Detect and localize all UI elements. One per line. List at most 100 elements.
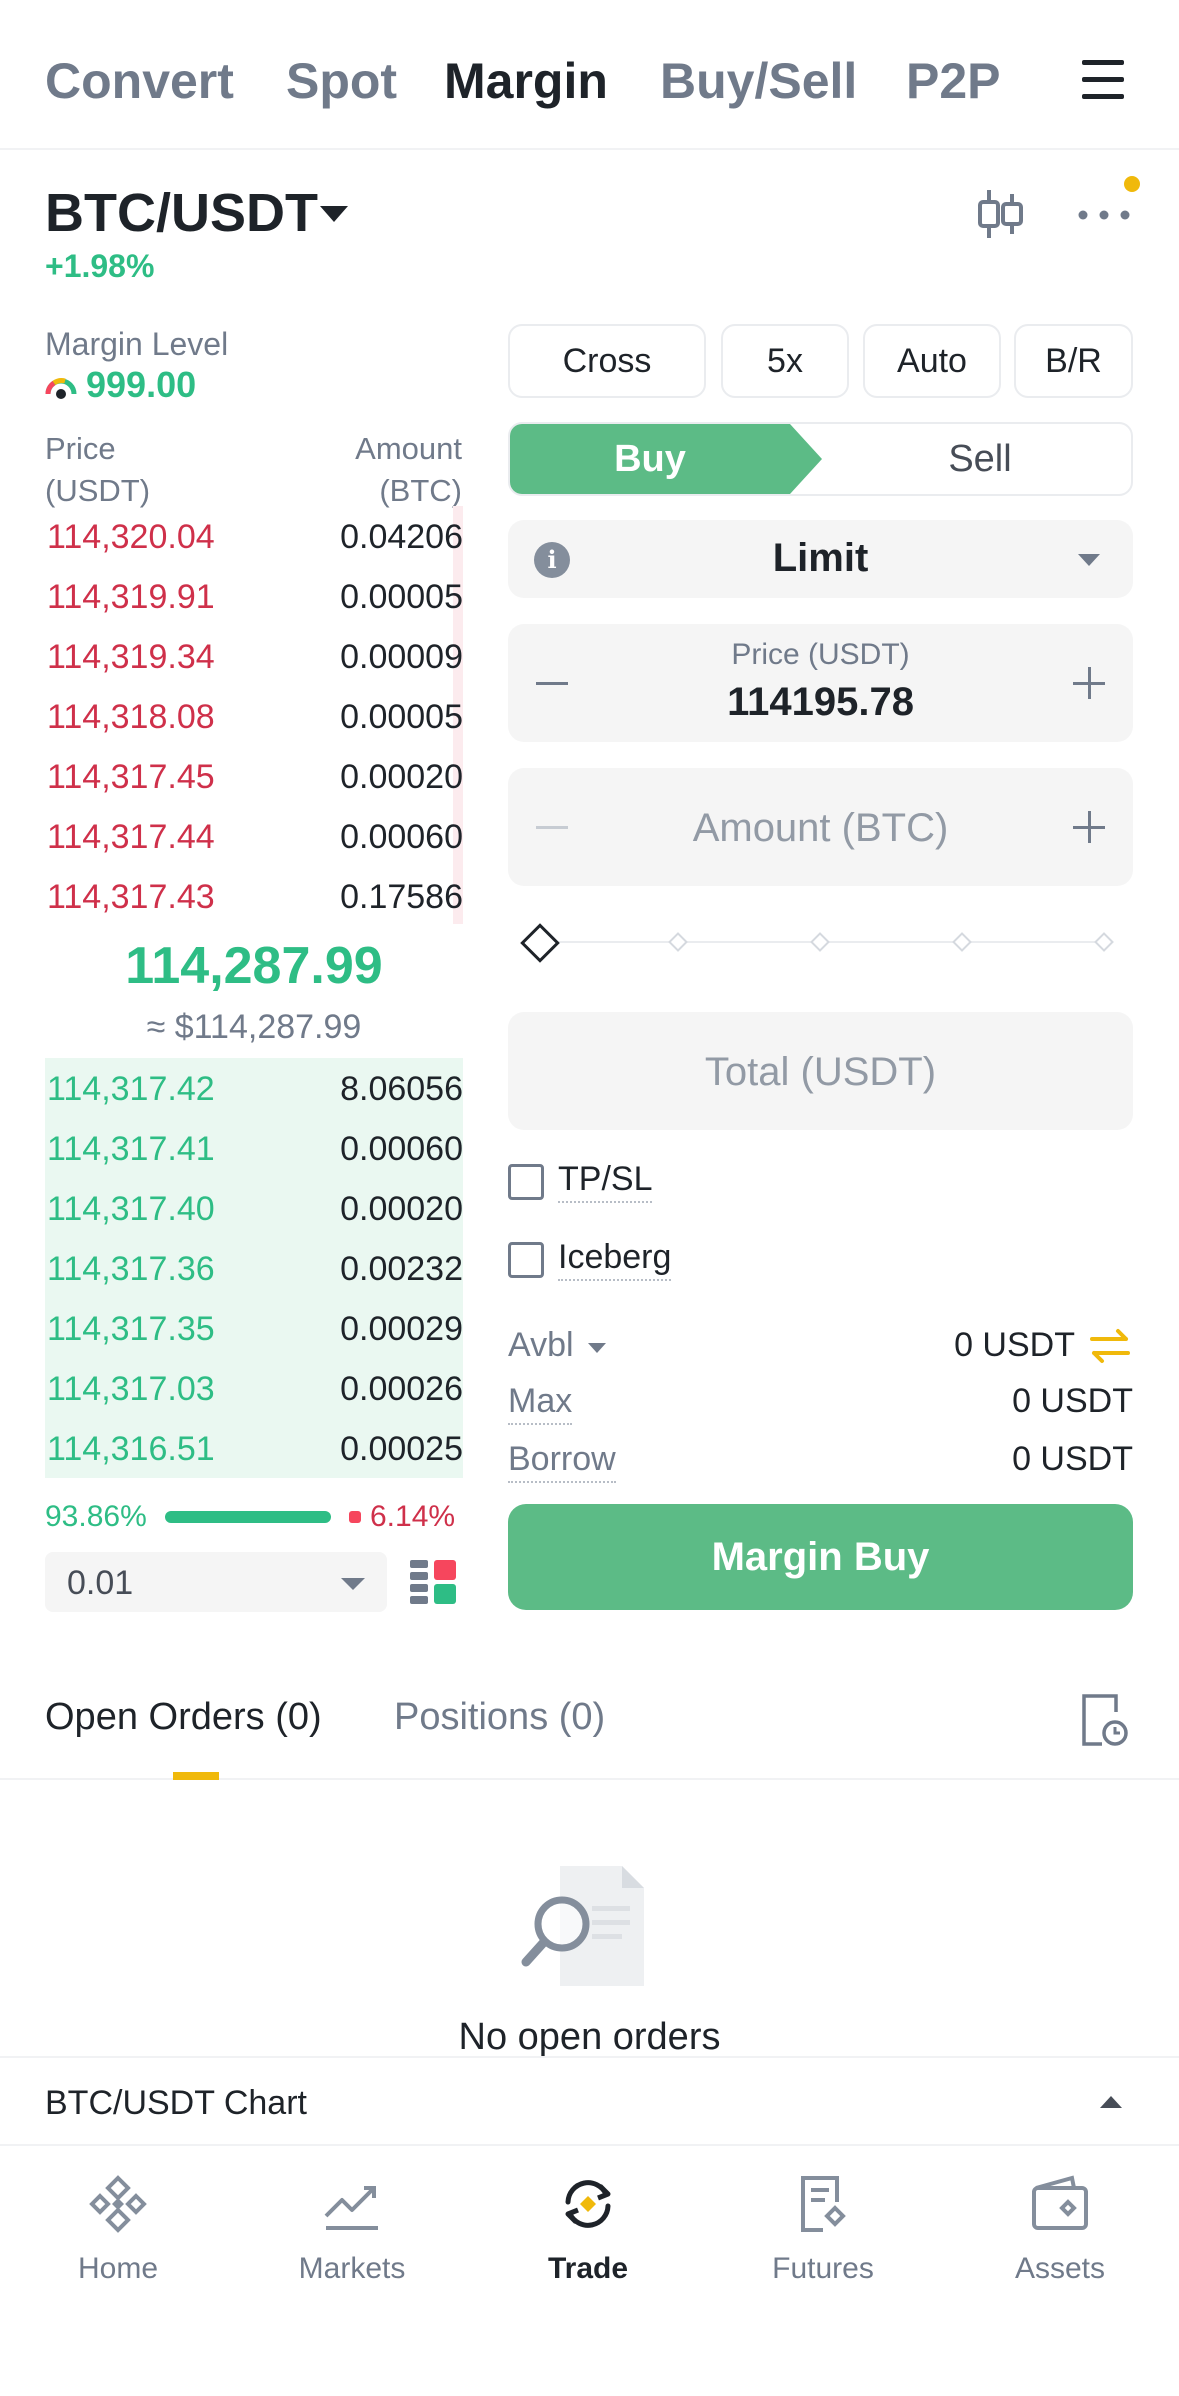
bid-amount: 0.00029	[340, 1310, 463, 1348]
ask-price: 114,319.91	[47, 578, 215, 616]
ask-row[interactable]: 114,319.91 0.00005	[45, 566, 463, 626]
menu-icon[interactable]	[1082, 60, 1124, 100]
chevron-down-icon	[341, 1578, 365, 1590]
bid-price: 114,317.03	[47, 1370, 215, 1408]
iceberg-checkbox[interactable]	[508, 1242, 544, 1278]
bid-amount: 0.00026	[340, 1370, 463, 1408]
tab-buy-sell[interactable]: Buy/Sell	[660, 52, 857, 110]
nav-home-label: Home	[77, 2252, 159, 2285]
no-orders-icon	[521, 1866, 644, 1986]
price-input[interactable]: Price (USDT) 114195.78	[508, 624, 1133, 742]
chevron-up-icon[interactable]	[1100, 2096, 1122, 2108]
slider-handle[interactable]	[520, 923, 560, 963]
chevron-down-icon	[1078, 554, 1100, 566]
bid-price: 114,317.36	[47, 1250, 215, 1288]
slider-node-25[interactable]	[668, 932, 688, 952]
ask-price: 114,318.08	[47, 698, 215, 736]
amount-increment-icon-v[interactable]	[1088, 811, 1091, 843]
iceberg-label[interactable]: Iceberg	[558, 1238, 672, 1281]
nav-trade[interactable]: Trade	[488, 2172, 688, 2312]
tab-margin[interactable]: Margin	[444, 52, 608, 110]
bid-price: 114,317.35	[47, 1310, 215, 1348]
ask-amount: 0.00020	[340, 758, 463, 796]
avbl-label[interactable]: Avbl	[508, 1326, 574, 1365]
margin-buy-button[interactable]: Margin Buy	[508, 1504, 1133, 1610]
amount-header-line1: Amount	[355, 431, 462, 466]
tab-open-orders[interactable]: Open Orders (0)	[45, 1696, 322, 1739]
order-type-label: Limit	[772, 536, 869, 580]
candlestick-chart-icon[interactable]	[975, 188, 1025, 240]
price-decrement-icon[interactable]	[536, 682, 568, 685]
last-price[interactable]: 114,287.99	[45, 936, 463, 996]
sell-tab[interactable]: Sell	[830, 438, 1130, 481]
bid-row[interactable]: 114,317.40 0.00020	[45, 1178, 463, 1238]
amount-slider[interactable]	[520, 922, 1120, 963]
depth-select[interactable]: 0.01	[45, 1552, 387, 1612]
caret-down-icon[interactable]	[320, 206, 348, 222]
ask-row[interactable]: 114,320.04 0.04206	[45, 506, 463, 566]
borrow-repay-button[interactable]: B/R	[1014, 324, 1133, 398]
ask-row[interactable]: 114,319.34 0.00009	[45, 626, 463, 686]
total-input-placeholder: Total (USDT)	[704, 1050, 937, 1094]
buy-tab-label[interactable]: Buy	[510, 438, 790, 481]
bid-price: 114,316.51	[47, 1430, 215, 1468]
tab-convert[interactable]: Convert	[45, 52, 234, 110]
wallet-icon	[1032, 2175, 1088, 2230]
price-header: Price (USDT)	[45, 428, 150, 512]
ask-row[interactable]: 114,318.08 0.00005	[45, 686, 463, 746]
no-orders-text: No open orders	[458, 2016, 721, 2058]
margin-level-label: Margin Level	[45, 326, 229, 362]
borrow-label[interactable]: Borrow	[508, 1440, 616, 1483]
ask-price: 114,317.43	[47, 878, 215, 916]
bid-row[interactable]: 114,317.35 0.00029	[45, 1298, 463, 1358]
bid-amount: 0.00060	[340, 1130, 463, 1168]
leverage-button[interactable]: 5x	[721, 324, 849, 398]
tpsl-checkbox[interactable]	[508, 1164, 544, 1200]
chevron-down-icon[interactable]	[588, 1343, 606, 1353]
bid-row[interactable]: 114,317.36 0.00232	[45, 1238, 463, 1298]
ask-amount: 0.00005	[340, 578, 463, 616]
nav-futures[interactable]: Futures	[723, 2172, 923, 2312]
bid-price: 114,317.41	[47, 1130, 215, 1168]
nav-assets-label: Assets	[1014, 2252, 1106, 2285]
total-input[interactable]: Total (USDT)	[508, 1012, 1133, 1130]
ask-row[interactable]: 114,317.44 0.00060	[45, 806, 463, 866]
bid-amount: 8.06056	[340, 1070, 463, 1108]
tab-p2p[interactable]: P2P	[906, 52, 1001, 110]
slider-node-100[interactable]	[1094, 932, 1114, 952]
order-type-select[interactable]: i Limit	[508, 520, 1133, 598]
more-icon[interactable]	[1078, 210, 1130, 220]
futures-icon	[801, 2176, 846, 2232]
ask-row[interactable]: 114,317.45 0.00020	[45, 746, 463, 806]
slider-node-50[interactable]	[810, 932, 830, 952]
price-increment-icon-v[interactable]	[1088, 667, 1091, 699]
tpsl-label[interactable]: TP/SL	[558, 1160, 653, 1203]
borrow-value: 0 USDT	[1012, 1440, 1133, 1478]
ask-row[interactable]: 114,317.43 0.17586	[45, 866, 463, 926]
bid-row[interactable]: 114,317.42 8.06056	[45, 1058, 463, 1118]
pair-selector[interactable]: BTC/USDT	[45, 182, 318, 244]
bid-price: 114,317.40	[47, 1190, 215, 1228]
auto-button[interactable]: Auto	[863, 324, 1001, 398]
nav-markets[interactable]: Markets	[252, 2172, 452, 2312]
ask-price: 114,320.04	[47, 518, 215, 556]
nav-home[interactable]: Home	[18, 2172, 218, 2312]
slider-node-75[interactable]	[952, 932, 972, 952]
chart-drawer[interactable]: BTC/USDT Chart	[0, 2056, 1179, 2146]
amount-decrement-icon[interactable]	[536, 826, 568, 829]
bid-row[interactable]: 114,317.03 0.00026	[45, 1358, 463, 1418]
tab-positions[interactable]: Positions (0)	[394, 1696, 605, 1739]
bid-row[interactable]: 114,317.41 0.00060	[45, 1118, 463, 1178]
tab-spot[interactable]: Spot	[286, 52, 397, 110]
top-nav: Convert Spot Margin Buy/Sell P2P	[0, 0, 1179, 150]
order-history-icon[interactable]	[1080, 1692, 1128, 1748]
ask-price: 114,317.45	[47, 758, 215, 796]
amount-input[interactable]: Amount (BTC)	[508, 768, 1133, 886]
bid-row[interactable]: 114,316.51 0.00025	[45, 1418, 463, 1478]
transfer-icon[interactable]	[1088, 1328, 1132, 1364]
max-label[interactable]: Max	[508, 1382, 573, 1425]
nav-assets[interactable]: Assets	[960, 2172, 1160, 2312]
orderbook-layout-icon[interactable]	[410, 1558, 456, 1606]
price-input-value[interactable]: 114195.78	[508, 680, 1133, 725]
cross-button[interactable]: Cross	[508, 324, 706, 398]
